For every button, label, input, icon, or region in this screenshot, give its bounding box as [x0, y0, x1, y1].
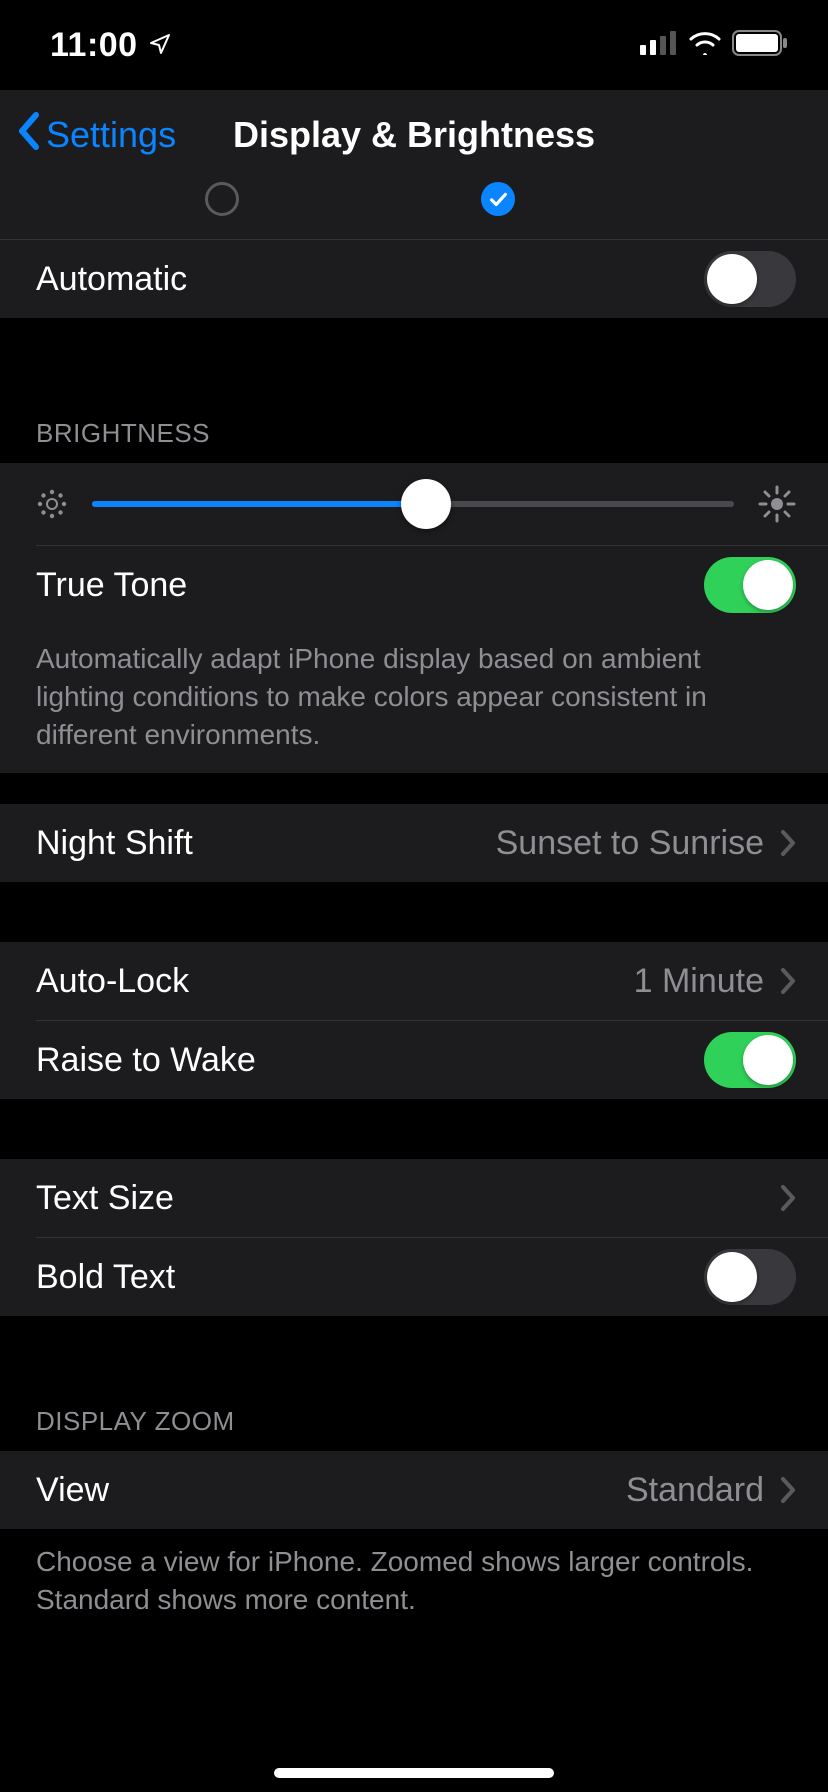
toggle-knob — [707, 1252, 757, 1302]
bold-text-cell: Bold Text — [0, 1238, 828, 1316]
chevron-left-icon — [16, 111, 42, 160]
view-cell[interactable]: View Standard — [0, 1451, 828, 1529]
view-value: Standard — [626, 1471, 764, 1510]
status-left: 11:00 — [50, 26, 172, 65]
wifi-icon — [688, 31, 722, 60]
chevron-right-icon — [780, 1476, 796, 1504]
display-zoom-footer: Choose a view for iPhone. Zoomed shows l… — [0, 1529, 828, 1619]
auto-lock-label: Auto-Lock — [36, 962, 189, 1001]
group-gap — [0, 1099, 828, 1159]
toggle-knob — [743, 1035, 793, 1085]
automatic-cell: Automatic — [0, 240, 828, 318]
night-shift-label: Night Shift — [36, 824, 193, 863]
text-size-cell[interactable]: Text Size — [0, 1159, 828, 1237]
appearance-light-radio[interactable] — [205, 182, 239, 216]
location-icon — [148, 26, 172, 65]
text-size-label: Text Size — [36, 1179, 174, 1218]
brightness-header: BRIGHTNESS — [0, 418, 828, 463]
home-indicator[interactable] — [274, 1768, 554, 1778]
automatic-group: Automatic — [0, 240, 828, 318]
brightness-group: True Tone Automatically adapt iPhone dis… — [0, 463, 828, 773]
group-gap — [0, 318, 828, 418]
toggle-knob — [707, 254, 757, 304]
slider-thumb[interactable] — [401, 479, 451, 529]
status-bar: 11:00 — [0, 0, 828, 90]
true-tone-cell: True Tone — [0, 546, 828, 624]
battery-icon — [732, 30, 788, 61]
cellular-signal-icon — [640, 31, 678, 60]
slider-fill — [92, 501, 426, 507]
true-tone-toggle[interactable] — [704, 557, 796, 613]
true-tone-label: True Tone — [36, 566, 187, 605]
nav-bar: Settings Display & Brightness — [0, 90, 828, 180]
night-shift-group: Night Shift Sunset to Sunrise — [0, 804, 828, 882]
sun-dim-icon — [36, 488, 68, 520]
raise-to-wake-cell: Raise to Wake — [0, 1021, 828, 1099]
chevron-right-icon — [780, 1184, 796, 1212]
cell-right: Sunset to Sunrise — [496, 824, 796, 863]
auto-lock-value: 1 Minute — [634, 962, 764, 1001]
brightness-slider[interactable] — [92, 483, 734, 525]
chevron-right-icon — [780, 967, 796, 995]
lock-group: Auto-Lock 1 Minute Raise to Wake — [0, 942, 828, 1099]
nav-back-label: Settings — [46, 114, 176, 156]
auto-lock-cell[interactable]: Auto-Lock 1 Minute — [0, 942, 828, 1020]
night-shift-cell[interactable]: Night Shift Sunset to Sunrise — [0, 804, 828, 882]
status-right — [640, 30, 788, 61]
view-label: View — [36, 1471, 109, 1510]
bold-text-toggle[interactable] — [704, 1249, 796, 1305]
chevron-right-icon — [780, 829, 796, 857]
appearance-selection-row — [0, 180, 828, 240]
status-time: 11:00 — [50, 26, 138, 65]
appearance-dark-radio[interactable] — [481, 182, 515, 216]
cell-right: Standard — [626, 1471, 796, 1510]
raise-to-wake-toggle[interactable] — [704, 1032, 796, 1088]
nav-back-button[interactable]: Settings — [16, 111, 176, 160]
bold-text-label: Bold Text — [36, 1258, 175, 1297]
cell-right: 1 Minute — [634, 962, 796, 1001]
automatic-label: Automatic — [36, 260, 187, 299]
automatic-toggle[interactable] — [704, 251, 796, 307]
sun-bright-icon — [758, 485, 796, 523]
raise-to-wake-label: Raise to Wake — [36, 1041, 256, 1080]
display-zoom-header: DISPLAY ZOOM — [0, 1406, 828, 1451]
group-gap — [0, 1316, 828, 1406]
toggle-knob — [743, 560, 793, 610]
group-gap — [0, 882, 828, 942]
true-tone-footer: Automatically adapt iPhone display based… — [0, 624, 828, 773]
display-zoom-group: View Standard — [0, 1451, 828, 1529]
night-shift-value: Sunset to Sunrise — [496, 824, 764, 863]
cell-right — [780, 1184, 796, 1212]
text-group: Text Size Bold Text — [0, 1159, 828, 1316]
brightness-slider-row — [0, 463, 828, 545]
